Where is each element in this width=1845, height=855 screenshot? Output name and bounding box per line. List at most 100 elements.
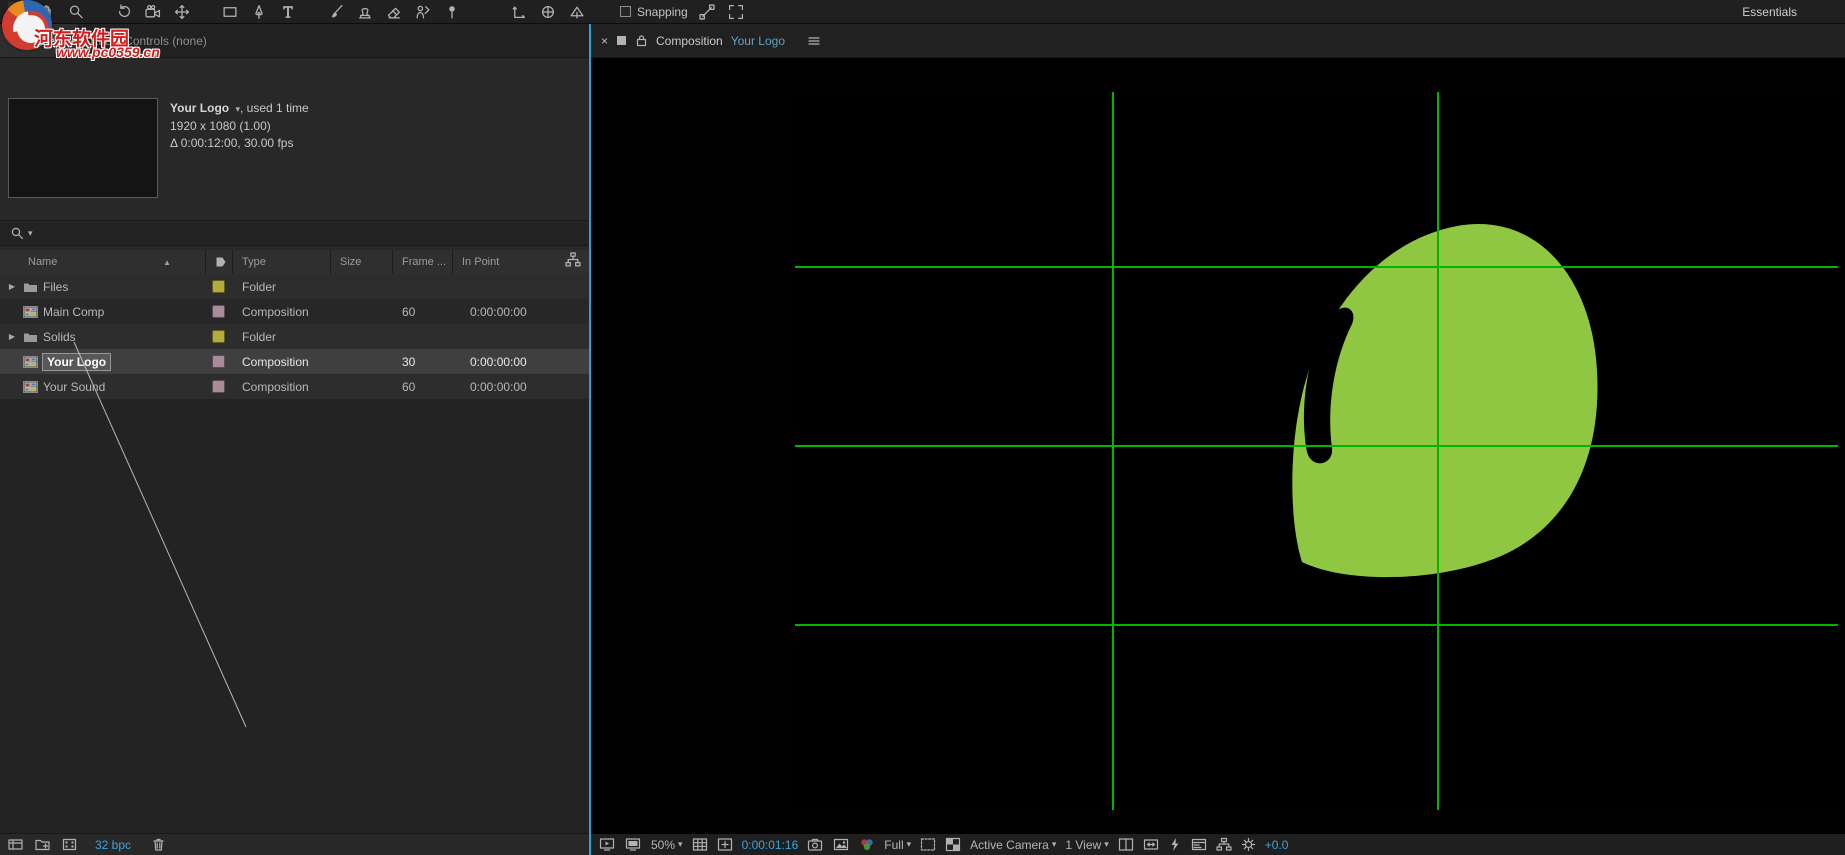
column-name[interactable]: Name▲ [0,250,205,274]
folder-icon [23,331,38,343]
close-panel-icon[interactable]: × [13,34,20,48]
search-icon[interactable] [10,226,25,241]
table-row[interactable]: ▶SolidsFolder [0,324,589,349]
label-color-swatch[interactable] [212,330,225,343]
expand-arrow-icon[interactable]: ▶ [6,332,18,341]
type-tool-icon[interactable] [278,2,298,22]
show-snapshot-icon[interactable] [833,837,850,852]
search-options-caret-icon[interactable]: ▾ [28,228,33,239]
label-color-swatch[interactable] [212,280,225,293]
hand-tool-icon[interactable] [37,2,57,22]
eraser-tool-icon[interactable] [384,2,404,22]
current-time-display[interactable]: 0:00:01:16 [742,838,799,852]
column-frame-rate[interactable]: Frame ... [392,250,452,274]
exposure-value[interactable]: +0.0 [1265,838,1289,852]
comp-flowchart-icon[interactable] [1216,837,1232,852]
shape-tool-icon[interactable] [220,2,240,22]
grid-guides-options-icon[interactable] [692,837,708,852]
table-row[interactable]: Your SoundComposition600:00:00:00 [0,374,589,399]
sort-arrow-icon: ▲ [163,258,171,267]
composition-footer: 50%▾ 0:00:01:16 Full▾ Active Camera▾ 1 V… [591,833,1845,855]
project-info-area: Your Logo ▾, used 1 time 1920 x 1080 (1.… [0,58,589,220]
label-color-swatch[interactable] [212,305,225,318]
lock-icon[interactable] [635,34,648,47]
project-panel: × Project Effect Controls (none) Your Lo… [0,24,589,855]
item-type: Folder [232,280,330,294]
close-panel-icon[interactable]: × [601,34,608,48]
table-row[interactable]: ▶ Files Folder [0,274,589,299]
new-composition-icon[interactable] [62,837,79,852]
interpret-footage-icon[interactable] [8,837,25,852]
tab-project[interactable]: × Project [0,24,77,57]
snapping-checkbox[interactable] [620,6,631,17]
column-label[interactable] [205,250,232,274]
fast-previews-icon[interactable] [1168,837,1182,852]
region-of-interest-icon[interactable] [920,837,936,852]
item-name: Files [43,280,68,294]
take-snapshot-icon[interactable] [807,837,824,852]
always-preview-icon[interactable] [599,837,616,852]
expand-arrow-icon[interactable]: ▶ [6,282,18,291]
composition-icon [23,356,38,368]
composition-name: Your Logo [731,34,785,48]
tab-effect-controls[interactable]: Effect Controls (none) [77,24,220,57]
clone-stamp-tool-icon[interactable] [355,2,375,22]
workspace-label[interactable]: Essentials [1742,5,1797,19]
panel-divider[interactable] [589,24,591,855]
item-name: Your Sound [43,380,105,394]
item-type: Composition [232,305,330,319]
tab-composition[interactable]: × Composition Your Logo [591,24,1845,57]
item-type: Composition [232,355,330,369]
folder-icon [23,281,38,293]
item-title: Your Logo [170,101,229,115]
reset-exposure-icon[interactable] [1241,837,1256,852]
project-search-row[interactable]: ▾ [0,220,589,246]
puppet-pin-tool-icon[interactable] [442,2,462,22]
view-layout-select[interactable]: 1 View▾ [1065,838,1108,852]
3d-view-select[interactable]: Active Camera▾ [970,838,1056,852]
table-rows: ▶FilesFolderMain CompComposition600:00:0… [0,274,589,399]
resolution-select[interactable]: Full▾ [884,838,911,852]
show-channel-icon[interactable] [859,837,875,852]
composition-icon [23,381,38,393]
roto-brush-tool-icon[interactable] [413,2,433,22]
brush-tool-icon[interactable] [326,2,346,22]
main-viewer-icon[interactable] [625,837,642,852]
table-row[interactable]: Your LogoComposition300:00:00:00 [0,349,589,374]
transparency-grid-icon[interactable] [945,837,961,852]
column-size[interactable]: Size [330,250,392,274]
delete-icon[interactable] [151,837,166,852]
camera-tool-icon[interactable] [143,2,163,22]
toolbar: Snapping Essentials [0,0,1845,24]
item-name: Main Comp [43,305,104,319]
safe-margins-icon[interactable] [717,837,733,852]
snap-along-edges-icon[interactable] [697,2,717,22]
table-row[interactable]: Main CompComposition600:00:00:00 [0,299,589,324]
composition-icon [23,306,38,318]
zoom-ratio-select[interactable]: 50%▾ [651,838,683,852]
project-flowchart-icon[interactable] [565,252,581,268]
column-type[interactable]: Type [232,250,330,274]
project-tabbar: × Project Effect Controls (none) [0,24,589,58]
pan-behind-tool-icon[interactable] [172,2,192,22]
pixel-aspect-correction-icon[interactable] [1143,837,1159,852]
snap-beyond-edges-icon[interactable] [726,2,746,22]
zoom-tool-icon[interactable] [66,2,86,22]
local-axis-mode-icon[interactable] [509,2,529,22]
panel-menu-icon[interactable] [807,35,821,47]
pen-tool-icon[interactable] [249,2,269,22]
chevron-down-icon: ▾ [1104,839,1109,850]
world-axis-mode-icon[interactable] [538,2,558,22]
share-view-options-icon[interactable] [1118,837,1134,852]
project-bit-depth-button[interactable]: 32 bpc [95,838,131,852]
new-folder-icon[interactable] [35,837,52,852]
selection-tool-icon[interactable] [8,2,28,22]
timeline-button-icon[interactable] [1191,837,1207,852]
view-axis-mode-icon[interactable] [567,2,587,22]
rotate-tool-icon[interactable] [114,2,134,22]
label-color-swatch[interactable] [212,380,225,393]
label-color-swatch[interactable] [212,355,225,368]
footage-thumbnail [8,98,158,198]
item-dimensions: 1920 x 1080 (1.00) [170,118,309,135]
composition-viewport[interactable] [591,58,1845,833]
